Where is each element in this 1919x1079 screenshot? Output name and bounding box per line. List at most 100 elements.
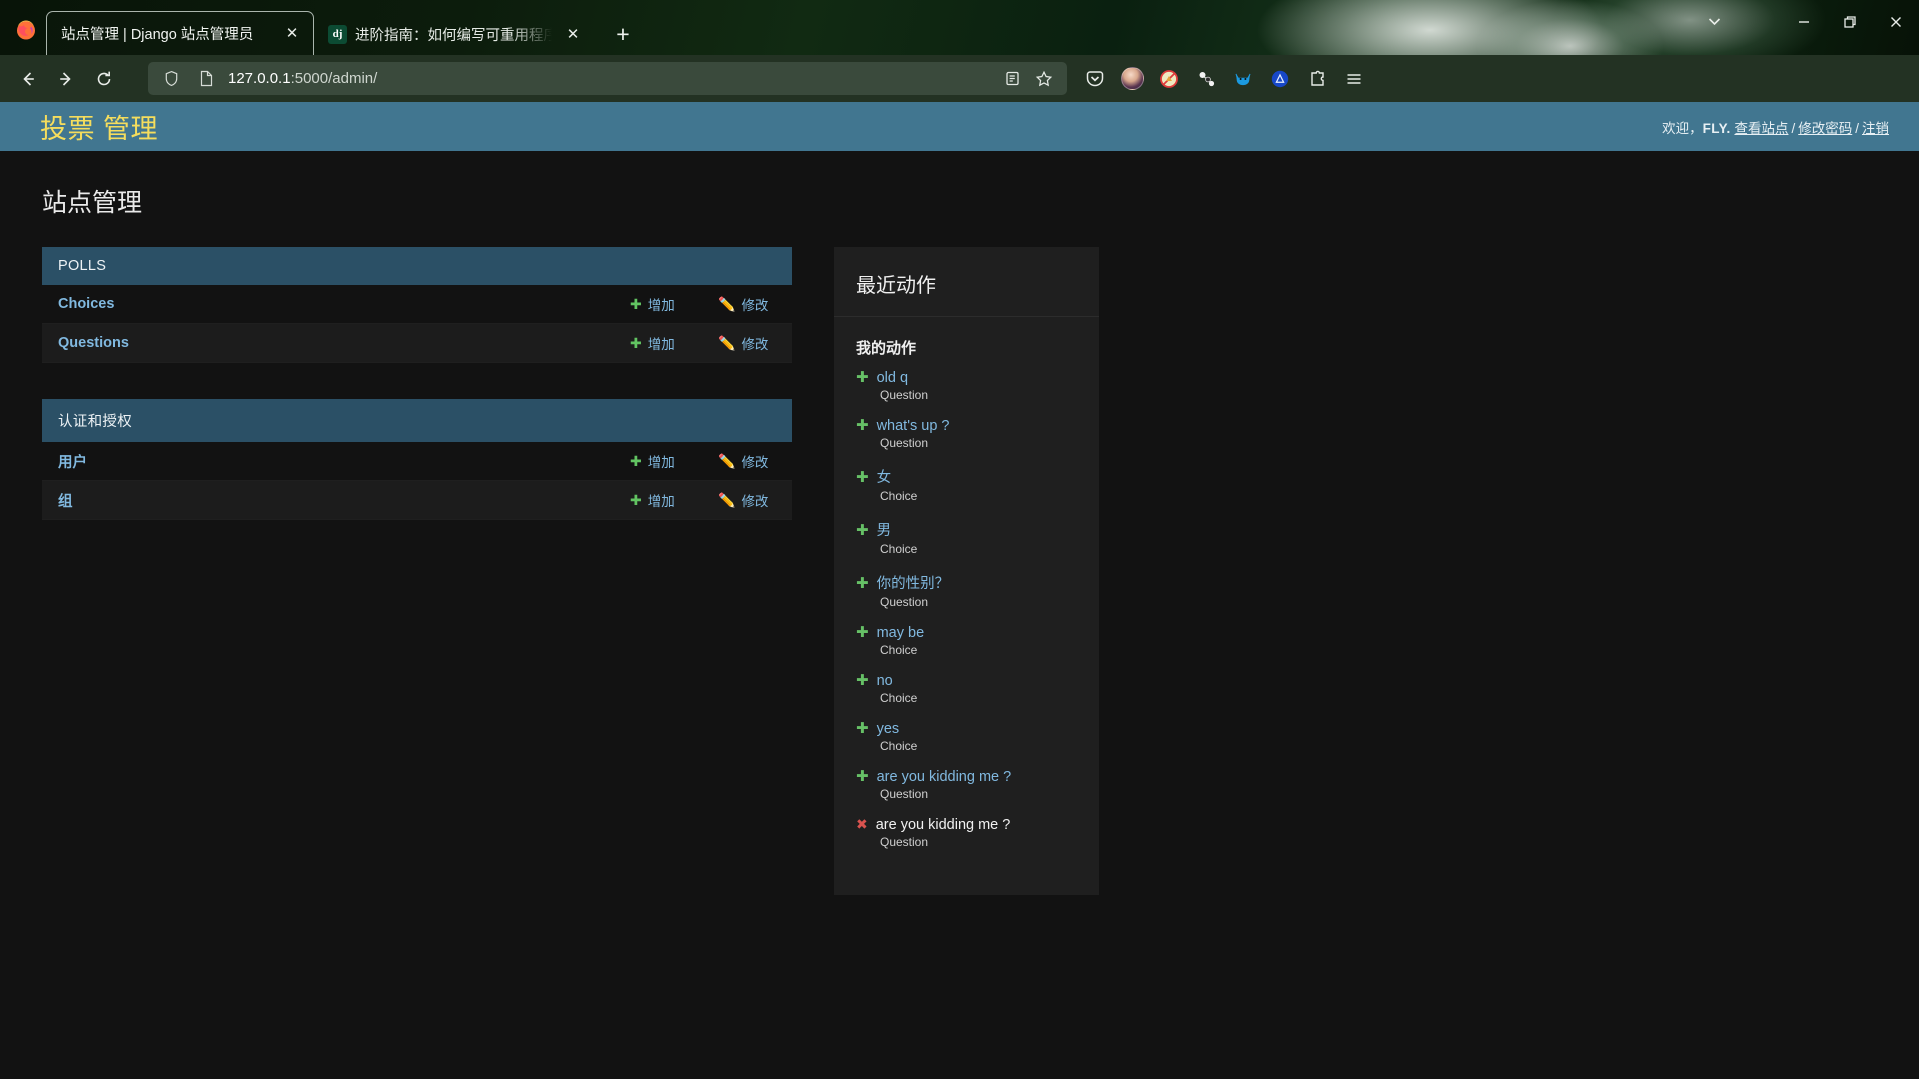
logout-link[interactable]: 注销 — [1862, 121, 1889, 136]
list-item: ✚ are you kidding me ? Question — [856, 769, 1077, 801]
address-bar-actions — [999, 66, 1057, 92]
tab-title: 站点管理 | Django 站点管理员 — [61, 27, 254, 43]
dashboard-columns: POLLS Choices ✚ 增加 ✏️ 修改 Questions ✚ 增加 — [0, 219, 1919, 895]
action-object-link[interactable]: old q — [877, 370, 908, 386]
add-link-groups[interactable]: ✚ 增加 — [630, 490, 688, 510]
reader-view-icon[interactable] — [999, 66, 1025, 92]
model-link-users[interactable]: 用户 — [58, 451, 630, 472]
change-label: 修改 — [741, 298, 769, 313]
action-object-link[interactable]: no — [877, 673, 893, 689]
model-actions: ✚ 增加 ✏️ 修改 — [630, 490, 776, 510]
close-window-button[interactable] — [1873, 7, 1919, 37]
action-model-name: Choice — [880, 643, 918, 657]
page-icon — [193, 66, 219, 92]
add-label: 增加 — [647, 494, 675, 509]
browser-toolbar: 127.0.0.1:5000/admin/ — [0, 55, 1919, 102]
action-object-link[interactable]: 你的性别？ — [877, 572, 950, 593]
change-label: 修改 — [741, 455, 769, 470]
recent-actions-title: 最近动作 — [834, 247, 1099, 317]
plus-icon: ✚ — [630, 492, 642, 508]
site-branding[interactable]: 投票 管理 — [40, 107, 158, 146]
back-button[interactable] — [10, 63, 46, 95]
action-model-name: Choice — [880, 739, 918, 753]
add-icon: ✚ — [856, 672, 869, 689]
pencil-icon: ✏️ — [718, 296, 736, 312]
maximize-restore-button[interactable] — [1827, 7, 1873, 37]
add-icon: ✚ — [856, 469, 869, 486]
delete-icon: ✖ — [856, 816, 868, 832]
model-link-questions[interactable]: Questions — [58, 335, 630, 351]
list-item: ✚ old q Question — [856, 370, 1077, 402]
tab-list-chevron-down-icon[interactable] — [1691, 7, 1737, 37]
add-icon: ✚ — [856, 575, 869, 592]
action-object-link[interactable]: 女 — [877, 466, 892, 487]
change-link-questions[interactable]: ✏️ 修改 — [718, 333, 776, 353]
change-link-users[interactable]: ✏️ 修改 — [718, 451, 776, 471]
model-link-groups[interactable]: 组 — [58, 490, 630, 511]
adblock-icon[interactable] — [1153, 63, 1185, 95]
admin-header: 投票 管理 欢迎，FLY. 查看站点 / 修改密码 / 注销 — [0, 102, 1919, 151]
add-link-choices[interactable]: ✚ 增加 — [630, 294, 688, 314]
welcome-text: 欢迎， — [1662, 120, 1703, 136]
app-caption-polls[interactable]: POLLS — [42, 247, 792, 285]
user-tools: 欢迎，FLY. 查看站点 / 修改密码 / 注销 — [1662, 117, 1889, 137]
list-item: ✚ yes Choice — [856, 721, 1077, 753]
cat-icon[interactable] — [1227, 63, 1259, 95]
change-link-choices[interactable]: ✏️ 修改 — [718, 294, 776, 314]
action-object-link[interactable]: 男 — [877, 519, 892, 540]
address-bar[interactable]: 127.0.0.1:5000/admin/ — [148, 62, 1067, 95]
url-path: :5000/admin/ — [290, 70, 378, 87]
app-module-polls: POLLS Choices ✚ 增加 ✏️ 修改 Questions ✚ 增加 — [42, 247, 792, 363]
action-model-name: Question — [880, 835, 929, 849]
molecule-icon[interactable] — [1190, 63, 1222, 95]
action-object-link[interactable]: what's up ? — [877, 418, 950, 434]
action-object-link[interactable]: yes — [877, 721, 900, 737]
pocket-icon[interactable] — [1079, 63, 1111, 95]
add-icon: ✚ — [856, 624, 869, 641]
add-icon: ✚ — [856, 720, 869, 737]
action-object-link[interactable]: are you kidding me ? — [877, 769, 1012, 785]
triangle-icon[interactable] — [1264, 63, 1296, 95]
model-row: 用户 ✚ 增加 ✏️ 修改 — [42, 442, 792, 481]
new-tab-button[interactable]: + — [606, 17, 640, 51]
list-item: ✚ may be Choice — [856, 625, 1077, 657]
close-icon[interactable]: ✕ — [562, 23, 584, 45]
model-row: 组 ✚ 增加 ✏️ 修改 — [42, 481, 792, 520]
add-link-users[interactable]: ✚ 增加 — [630, 451, 688, 471]
close-icon[interactable]: ✕ — [281, 23, 303, 45]
add-icon: ✚ — [856, 522, 869, 539]
tab-site-admin[interactable]: 站点管理 | Django 站点管理员 ✕ — [46, 11, 314, 55]
model-actions: ✚ 增加 ✏️ 修改 — [630, 451, 776, 471]
reload-button[interactable] — [86, 63, 122, 95]
app-caption-auth[interactable]: 认证和授权 — [42, 399, 792, 442]
change-password-link[interactable]: 修改密码 — [1798, 121, 1852, 136]
shield-icon[interactable] — [158, 66, 184, 92]
account-avatar-icon[interactable] — [1116, 63, 1148, 95]
view-site-link[interactable]: 查看站点 — [1734, 121, 1788, 136]
action-model-name: Question — [880, 436, 929, 450]
page-title: 站点管理 — [42, 189, 143, 217]
minimize-button[interactable] — [1781, 7, 1827, 37]
django-favicon: dj — [328, 24, 347, 44]
action-object-link[interactable]: may be — [877, 625, 925, 641]
action-object-deleted: are you kidding me ? — [875, 817, 1011, 833]
star-icon[interactable] — [1031, 66, 1057, 92]
add-link-questions[interactable]: ✚ 增加 — [630, 333, 688, 353]
window-controls — [1691, 0, 1919, 55]
tab-django-tutorial[interactable]: dj 进阶指南：如何编写可重用程序 ✕ — [314, 13, 594, 55]
browser-titlebar: 站点管理 | Django 站点管理员 ✕ dj 进阶指南：如何编写可重用程序 … — [0, 0, 1919, 55]
recent-actions-subtitle: 我的动作 — [856, 340, 917, 357]
username: FLY. — [1702, 120, 1731, 136]
firefox-icon — [6, 8, 46, 52]
app-menu-icon[interactable] — [1338, 63, 1370, 95]
admin-content: 站点管理 POLLS Choices ✚ 增加 ✏️ 修改 Questions … — [0, 151, 1919, 895]
forward-button[interactable] — [48, 63, 84, 95]
action-model-name: Question — [880, 388, 929, 402]
pencil-icon: ✏️ — [718, 335, 736, 351]
app-module-auth: 认证和授权 用户 ✚ 增加 ✏️ 修改 组 ✚ 增加 ✏️ 修改 — [42, 399, 792, 520]
model-actions: ✚ 增加 ✏️ 修改 — [630, 294, 776, 314]
change-link-groups[interactable]: ✏️ 修改 — [718, 490, 776, 510]
puzzle-extensions-icon[interactable] — [1301, 63, 1333, 95]
model-link-choices[interactable]: Choices — [58, 296, 630, 312]
app-list: POLLS Choices ✚ 增加 ✏️ 修改 Questions ✚ 增加 — [42, 247, 792, 556]
